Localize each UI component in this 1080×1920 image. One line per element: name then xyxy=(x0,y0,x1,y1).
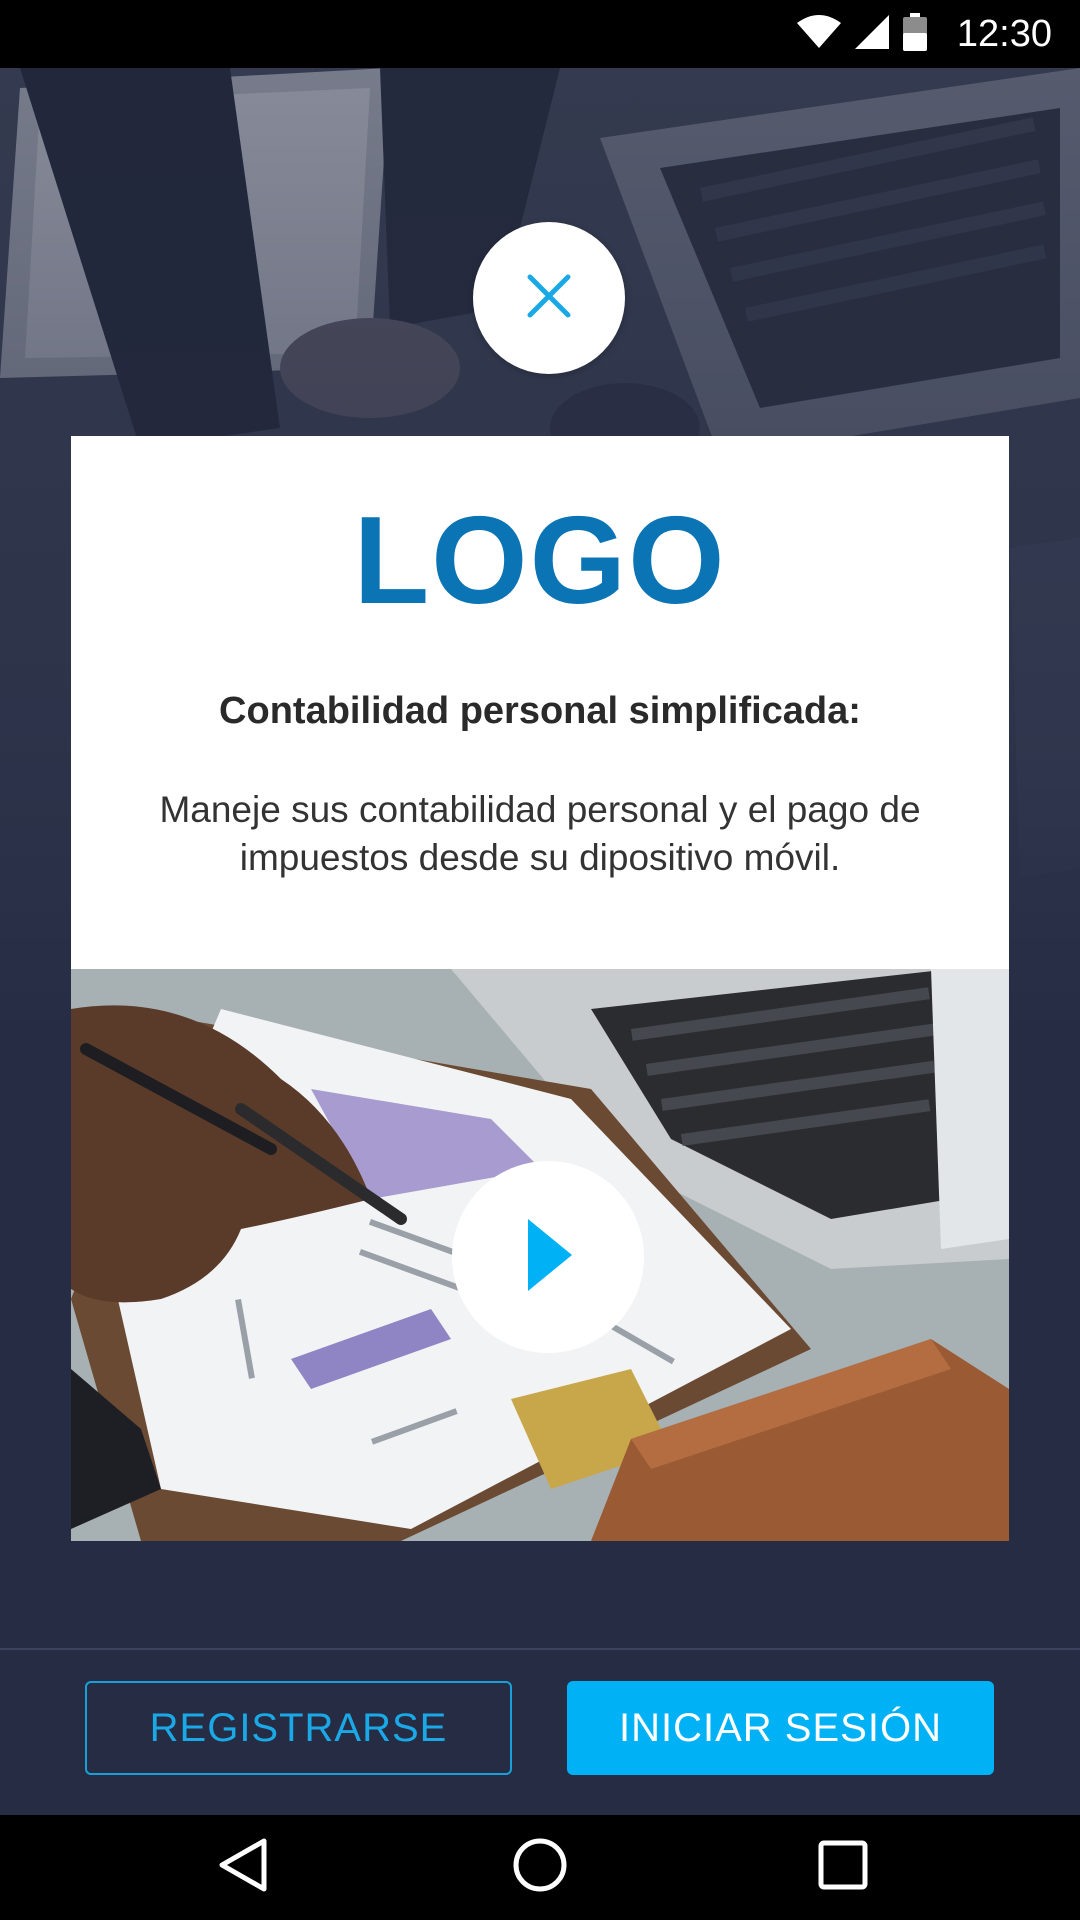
signal-icon xyxy=(854,14,889,54)
login-button[interactable]: INICIAR SESIÓN xyxy=(567,1681,994,1775)
play-button[interactable] xyxy=(452,1161,644,1353)
register-button[interactable]: REGISTRARSE xyxy=(85,1681,512,1775)
video-thumbnail[interactable] xyxy=(71,969,1009,1541)
description: Maneje sus contabilidad personal y el pa… xyxy=(159,789,921,878)
home-icon xyxy=(513,1838,567,1897)
screen: 12:30 LOGO Contabilidad personal simplif… xyxy=(0,0,1080,1920)
play-icon xyxy=(522,1218,574,1296)
navigation-bar xyxy=(0,1815,1080,1920)
headline: Contabilidad personal simplificada: xyxy=(219,690,861,732)
divider xyxy=(0,1648,1080,1650)
close-button[interactable] xyxy=(473,222,625,374)
recents-icon xyxy=(818,1840,868,1895)
home-button[interactable] xyxy=(510,1837,570,1897)
back-icon xyxy=(218,1838,268,1897)
wifi-icon xyxy=(796,14,841,54)
intro-card: LOGO Contabilidad personal simplificada:… xyxy=(71,436,1009,969)
battery-icon xyxy=(902,12,927,56)
recents-button[interactable] xyxy=(813,1837,873,1897)
close-icon xyxy=(526,273,572,324)
status-time: 12:30 xyxy=(956,12,1052,55)
logo: LOGO xyxy=(353,492,727,630)
status-bar: 12:30 xyxy=(0,0,1080,68)
back-button[interactable] xyxy=(213,1837,273,1897)
